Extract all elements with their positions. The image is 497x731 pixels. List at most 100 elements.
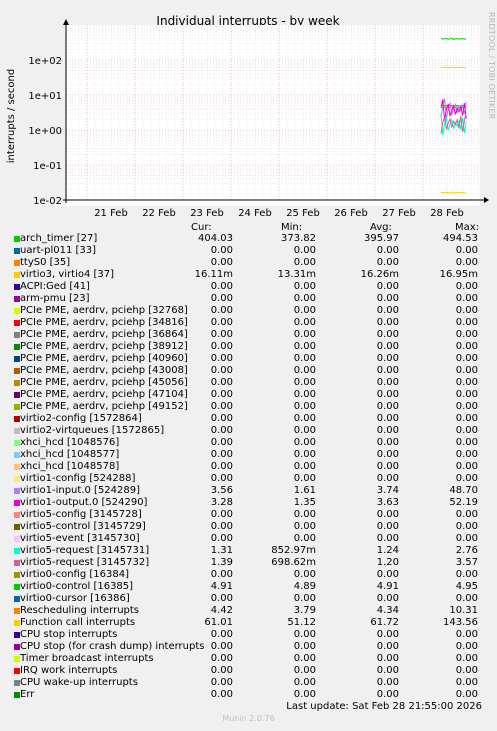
legend-value: 0.00 [293,317,316,328]
legend-label: CPU stop interrupts [20,629,118,640]
legend-label: PCIe PME, aerdrv, pciehp [36864] [20,329,188,340]
legend-value: 10.31 [449,605,478,616]
legend-value: 0.00 [455,353,478,364]
legend-label: virtio0-cursor [16386] [20,593,130,604]
legend-value: 0.00 [376,473,399,484]
legend-label: virtio1-config [524288] [20,473,136,484]
legend-value: 0.00 [210,533,233,544]
legend-value: 0.00 [376,305,399,316]
legend-label: IRQ work interrupts [20,665,118,676]
legend-row: IRQ work interrupts 0.00 0.00 0.00 0.00 [0,665,497,677]
legend-value: 0.00 [293,341,316,352]
legend-value: 0.00 [210,281,233,292]
legend-value: 0.00 [293,245,316,256]
legend-value: 0.00 [293,413,316,424]
legend-value: 13.31m [277,269,316,280]
legend-value: 0.00 [376,437,399,448]
legend-value: 0.00 [210,689,233,700]
legend-value: 395.97 [364,233,399,244]
legend-value: 0.00 [210,521,233,532]
legend-row: xhci_hcd [1048578] 0.00 0.00 0.00 0.00 [0,461,497,473]
legend-value: 2.76 [455,545,478,556]
legend-value: 4.91 [210,581,233,592]
legend-value: 48.70 [449,485,478,496]
legend-value: 1.20 [376,557,399,568]
legend-value: 0.00 [293,689,316,700]
legend-label: virtio5-request [3145731] [20,545,150,556]
legend-value: 0.00 [455,509,478,520]
legend-value: 0.00 [376,341,399,352]
legend-value: 0.00 [293,257,316,268]
col-header-cur: Cur: [191,222,212,233]
legend-row: PCIe PME, aerdrv, pciehp [45056] 0.00 0.00… [0,377,497,389]
legend-value: 0.00 [455,641,478,652]
legend-value: 1.24 [376,545,399,556]
legend-value: 0.00 [376,281,399,292]
legend-value: 0.00 [455,401,478,412]
legend-value: 0.00 [293,629,316,640]
legend-row: virtio5-request [3145732] 1.39 698.62m 1.20… [0,557,497,569]
legend-row: Err 0.00 0.00 0.00 0.00 [0,689,497,701]
legend-value: 4.42 [210,605,233,616]
legend-value: 0.00 [293,665,316,676]
legend-row: PCIe PME, aerdrv, pciehp [47104] 0.00 0.00… [0,389,497,401]
legend-value: 0.00 [293,461,316,472]
legend-row: xhci_hcd [1048576] 0.00 0.00 0.00 0.00 [0,437,497,449]
legend-value: 0.00 [376,353,399,364]
legend-row: PCIe PME, aerdrv, pciehp [49152] 0.00 0.00… [0,401,497,413]
legend-value: 0.00 [455,245,478,256]
legend-value: 0.00 [376,653,399,664]
legend-value: 0.00 [455,449,478,460]
legend-value: 0.00 [293,389,316,400]
legend-value: 0.00 [455,413,478,424]
legend-value: 0.00 [376,293,399,304]
legend-value: 0.00 [293,329,316,340]
legend-value: 0.00 [293,305,316,316]
legend-value: 0.00 [376,257,399,268]
legend-label: PCIe PME, aerdrv, pciehp [34816] [20,317,188,328]
col-header-max: Max: [455,222,480,233]
legend-label: Timer broadcast interrupts [20,653,154,664]
legend-row: virtio5-config [3145728] 0.00 0.00 0.00 0.00 [0,509,497,521]
legend-value: 0.00 [455,437,478,448]
legend-value: 0.00 [376,377,399,388]
legend-row: PCIe PME, aerdrv, pciehp [36864] 0.00 0.00… [0,329,497,341]
legend-value: 0.00 [293,401,316,412]
legend-value: 16.26m [360,269,399,280]
legend-value: 0.00 [455,677,478,688]
col-header-avg: Avg: [370,222,392,233]
legend-value: 3.28 [210,497,233,508]
legend-value: 0.00 [210,329,233,340]
legend-value: 0.00 [210,425,233,436]
legend-label: virtio5-control [3145729] [20,521,146,532]
legend-value: 51.12 [287,617,316,628]
legend-value: 0.00 [210,353,233,364]
legend-label: virtio0-control [16385] [20,581,134,592]
legend-value: 0.00 [376,317,399,328]
legend-label: CPU stop (for crash dump) interrupts [20,641,205,652]
legend-value: 0.00 [293,353,316,364]
legend-value: 4.34 [376,605,399,616]
munin-version: Munin 2.0.76 [222,714,275,723]
legend-value: 0.00 [210,245,233,256]
legend-label: virtio1-input.0 [524289] [20,485,141,496]
legend-label: ttyS0 [35] [20,257,71,268]
legend-row: ACPI:Ged [41] 0.00 0.00 0.00 0.00 [0,281,497,293]
legend-value: 0.00 [376,389,399,400]
legend-value: 0.00 [455,305,478,316]
legend-value: 0.00 [376,401,399,412]
legend-row: CPU stop interrupts 0.00 0.00 0.00 0.00 [0,629,497,641]
legend-value: 0.00 [210,665,233,676]
legend-value: 0.00 [455,317,478,328]
legend-value: 0.00 [210,257,233,268]
legend-value: 0.00 [455,425,478,436]
legend-value: 61.72 [370,617,399,628]
legend-label: xhci_hcd [1048576] [20,437,120,448]
legend-value: 373.82 [281,233,316,244]
legend-value: 0.00 [376,413,399,424]
legend-value: 0.00 [455,461,478,472]
legend-label: virtio2-config [1572864] [20,413,142,424]
legend-value: 0.00 [455,257,478,268]
legend-value: 0.00 [210,305,233,316]
legend-value: 0.00 [376,245,399,256]
